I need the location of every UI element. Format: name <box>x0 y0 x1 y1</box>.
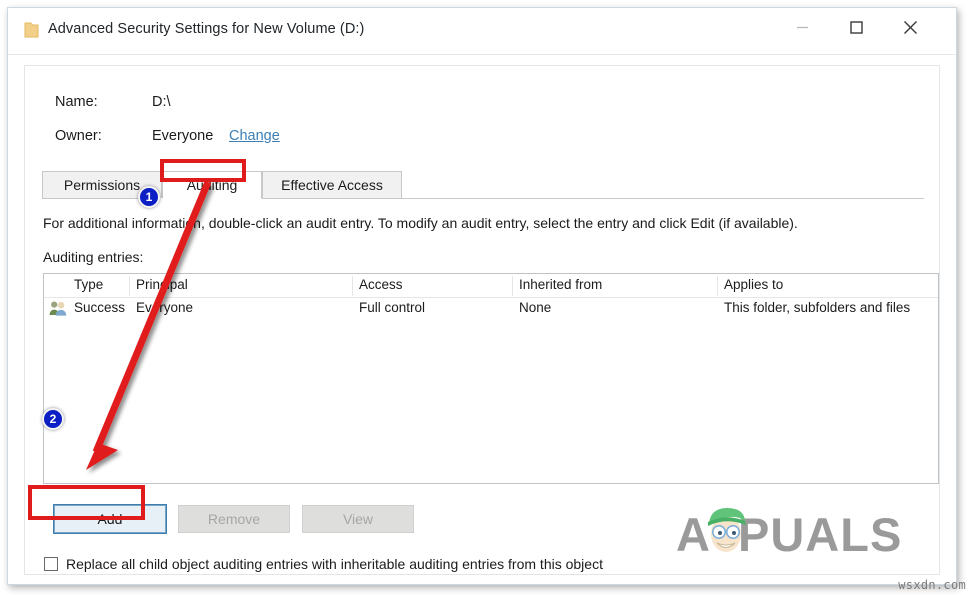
table-header-row: Type Principal Access Inherited from App… <box>44 274 938 298</box>
replace-child-auditing-checkbox[interactable] <box>44 557 58 571</box>
table-row[interactable]: Success Everyone Full control None This … <box>44 298 938 320</box>
maximize-icon <box>850 21 863 34</box>
view-button: View <box>302 505 414 533</box>
add-button[interactable]: Add <box>54 505 166 533</box>
advanced-security-settings-window: Advanced Security Settings for New Volum… <box>7 7 957 585</box>
cell-access: Full control <box>359 300 425 315</box>
minimize-button[interactable] <box>779 8 825 46</box>
remove-button: Remove <box>178 505 290 533</box>
window-title: Advanced Security Settings for New Volum… <box>48 21 364 37</box>
svg-text:PUALS: PUALS <box>738 508 902 561</box>
column-header-applies-to[interactable]: Applies to <box>724 277 783 292</box>
tab-effective-access[interactable]: Effective Access <box>262 171 402 199</box>
cell-type: Success <box>74 300 125 315</box>
svg-text:A: A <box>676 508 711 561</box>
folder-icon <box>24 22 39 39</box>
tab-auditing-label: Auditing <box>187 177 238 193</box>
cell-principal: Everyone <box>136 300 193 315</box>
view-button-label: View <box>343 511 373 527</box>
remove-button-label: Remove <box>208 511 260 527</box>
replace-child-auditing-label[interactable]: Replace all child object auditing entrie… <box>66 556 603 572</box>
cell-inherited-from: None <box>519 300 551 315</box>
minimize-icon <box>796 21 809 34</box>
group-icon <box>49 300 67 316</box>
change-owner-link[interactable]: Change <box>229 128 280 144</box>
name-value: D:\ <box>152 94 171 110</box>
site-watermark: wsxdn.com <box>898 578 966 592</box>
owner-label: Owner: <box>55 128 102 144</box>
auditing-entries-label: Auditing entries: <box>43 249 143 265</box>
tab-strip-active-gap <box>146 198 244 199</box>
auditing-entries-list[interactable]: Type Principal Access Inherited from App… <box>43 273 939 484</box>
column-separator[interactable] <box>129 276 130 296</box>
column-separator[interactable] <box>352 276 353 296</box>
appuals-watermark: A PUALS <box>676 504 924 562</box>
settings-panel: Name: D:\ Owner: Everyone Change Permiss… <box>24 65 940 575</box>
title-bar: Advanced Security Settings for New Volum… <box>8 8 956 55</box>
close-icon <box>903 20 918 35</box>
tab-permissions[interactable]: Permissions <box>42 171 162 199</box>
column-header-principal[interactable]: Principal <box>136 277 188 292</box>
tab-effective-access-label: Effective Access <box>281 177 383 193</box>
column-separator[interactable] <box>717 276 718 296</box>
replace-child-auditing-row[interactable]: Replace all child object auditing entrie… <box>44 556 603 572</box>
maximize-button[interactable] <box>833 8 879 46</box>
cell-applies-to: This folder, subfolders and files <box>724 300 910 315</box>
tab-permissions-label: Permissions <box>64 177 140 193</box>
tab-strip: Permissions Auditing Effective Access <box>42 171 924 199</box>
info-text: For additional information, double-click… <box>43 215 798 231</box>
close-button[interactable] <box>887 8 933 46</box>
column-header-access[interactable]: Access <box>359 277 403 292</box>
column-header-type[interactable]: Type <box>74 277 103 292</box>
tab-auditing[interactable]: Auditing <box>162 171 262 199</box>
name-label: Name: <box>55 94 98 110</box>
owner-value: Everyone <box>152 128 213 144</box>
column-separator[interactable] <box>512 276 513 296</box>
column-header-inherited-from[interactable]: Inherited from <box>519 277 602 292</box>
add-button-label: Add <box>98 511 123 527</box>
